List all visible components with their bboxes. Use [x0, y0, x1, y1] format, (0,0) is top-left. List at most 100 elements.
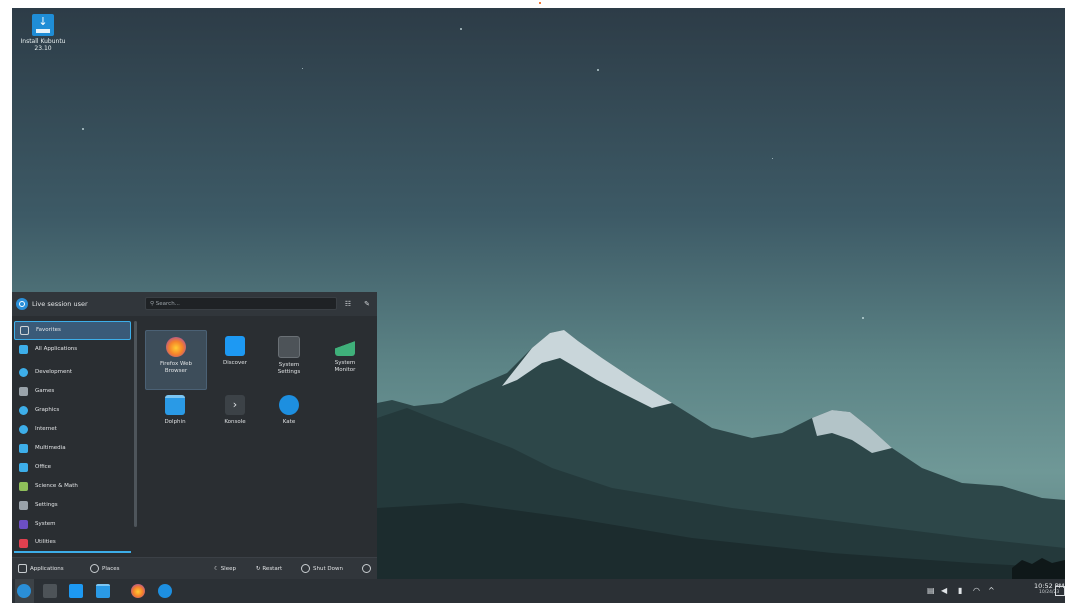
shutdown-button[interactable]: Shut Down [301, 558, 343, 580]
category-list: Favorites All Applications Development G… [14, 321, 131, 553]
sleep-button[interactable]: ☾ Sleep [214, 558, 236, 580]
science-icon [19, 482, 28, 491]
install-icon: ↓ [32, 14, 54, 36]
category-label: Settings [35, 502, 58, 508]
power-icon [301, 564, 310, 573]
globe-icon [19, 425, 28, 434]
tab-label: Applications [30, 566, 64, 572]
system-settings-taskbar-icon[interactable] [43, 584, 57, 598]
system-monitor-icon [335, 336, 355, 356]
clipboard-icon[interactable]: ▤ [927, 586, 935, 595]
category-label: Favorites [36, 327, 61, 333]
app-label: Settings [277, 369, 301, 375]
category-label: All Applications [35, 346, 78, 352]
system-settings-icon [278, 336, 300, 358]
app-label: Firefox Web [160, 361, 192, 367]
restart-label: Restart [262, 566, 283, 572]
category-scrollbar[interactable] [134, 321, 137, 527]
app-konsole[interactable]: › Konsole [205, 389, 265, 447]
app-label: Discover [223, 360, 247, 366]
desktop[interactable]: ↓ Install Kubuntu 23.10 Live session use… [12, 8, 1065, 603]
battery-icon[interactable]: ▮ [958, 586, 966, 595]
category-settings[interactable]: Settings [14, 496, 131, 515]
search-placeholder: Search... [155, 301, 180, 307]
tab-places[interactable]: Places [90, 558, 120, 580]
pin-icon[interactable]: ✎ [361, 298, 373, 310]
category-games[interactable]: Games [14, 382, 131, 401]
bookmark-icon [20, 326, 29, 335]
category-system[interactable]: System [14, 515, 131, 534]
app-label: Konsole [224, 419, 246, 425]
shutdown-label: Shut Down [313, 566, 343, 572]
install-kubuntu-desktop-icon[interactable]: ↓ Install Kubuntu 23.10 [18, 14, 68, 52]
kate-icon [279, 395, 299, 415]
volume-icon[interactable]: ◀ [941, 586, 949, 595]
launcher-header: Live session user ⚲ Search... ☷ ✎ [12, 292, 377, 316]
category-label: Office [35, 464, 52, 470]
category-label: Science & Math [35, 483, 78, 489]
discover-icon [225, 336, 245, 356]
moon-icon: ☾ [214, 566, 221, 572]
system-icon [19, 520, 28, 529]
chevron-up-icon[interactable]: ^ [988, 586, 996, 595]
restart-button[interactable]: ↻ Restart [256, 558, 282, 580]
search-input[interactable]: ⚲ Search... [145, 297, 337, 310]
category-label: Multimedia [35, 445, 66, 451]
category-label: Games [35, 388, 55, 394]
category-science-math[interactable]: Science & Math [14, 477, 131, 496]
settings-icon [19, 501, 28, 510]
discover-taskbar-icon[interactable] [69, 584, 83, 598]
app-firefox[interactable]: Firefox Web Browser [145, 330, 207, 390]
multimedia-icon [19, 444, 28, 453]
tab-applications[interactable]: Applications [18, 558, 64, 580]
category-graphics[interactable]: Graphics [14, 401, 131, 420]
category-label: Graphics [35, 407, 60, 413]
show-desktop-icon[interactable] [1055, 586, 1065, 596]
all-applications-icon [19, 345, 28, 354]
graphics-icon [19, 406, 28, 415]
category-office[interactable]: Office [14, 458, 131, 477]
desktop-icon-label-line1: Install Kubuntu [20, 38, 66, 45]
user-avatar-icon[interactable] [16, 298, 28, 310]
indicator-dot [539, 2, 541, 4]
category-favorites[interactable]: Favorites [14, 321, 131, 340]
office-icon [19, 463, 28, 472]
app-discover[interactable]: Discover [205, 330, 265, 388]
firefox-icon [166, 337, 186, 357]
app-dolphin[interactable]: Dolphin [145, 389, 205, 447]
konsole-icon: › [225, 395, 245, 415]
app-label: Monitor [334, 367, 356, 373]
dolphin-taskbar-icon[interactable] [96, 584, 110, 598]
kate-taskbar-icon[interactable] [158, 584, 172, 598]
utilities-icon [19, 539, 28, 548]
launcher-footer: Applications Places ☾ Sleep ↻ Restart Sh… [12, 557, 377, 580]
desktop-icon-label-line2: 23.10 [34, 45, 52, 52]
app-label: Dolphin [164, 419, 186, 425]
compass-icon [90, 564, 99, 573]
app-system-monitor[interactable]: System Monitor [315, 330, 375, 388]
application-launcher-icon[interactable] [17, 584, 31, 598]
leave-button[interactable] [362, 558, 374, 580]
app-label: System [278, 362, 300, 368]
application-launcher: Live session user ⚲ Search... ☷ ✎ Favori… [12, 292, 377, 580]
category-all-applications[interactable]: All Applications [14, 340, 131, 359]
leave-icon [362, 564, 371, 573]
app-kate[interactable]: Kate [259, 389, 319, 447]
user-name: Live session user [32, 300, 88, 308]
grid-icon [18, 564, 27, 573]
app-label: Browser [164, 368, 188, 374]
development-icon [19, 368, 28, 377]
network-icon[interactable]: ◠ [973, 586, 981, 595]
app-label: Kate [282, 419, 296, 425]
category-utilities[interactable]: Utilities [14, 534, 131, 553]
category-label: Internet [35, 426, 57, 432]
category-development[interactable]: Development [14, 363, 131, 382]
app-system-settings[interactable]: System Settings [259, 330, 319, 388]
firefox-taskbar-icon[interactable] [131, 584, 145, 598]
gamepad-icon [19, 387, 28, 396]
category-multimedia[interactable]: Multimedia [14, 439, 131, 458]
configure-icon[interactable]: ☷ [342, 298, 354, 310]
category-internet[interactable]: Internet [14, 420, 131, 439]
category-label: Utilities [35, 539, 56, 545]
category-label: Development [35, 369, 73, 375]
